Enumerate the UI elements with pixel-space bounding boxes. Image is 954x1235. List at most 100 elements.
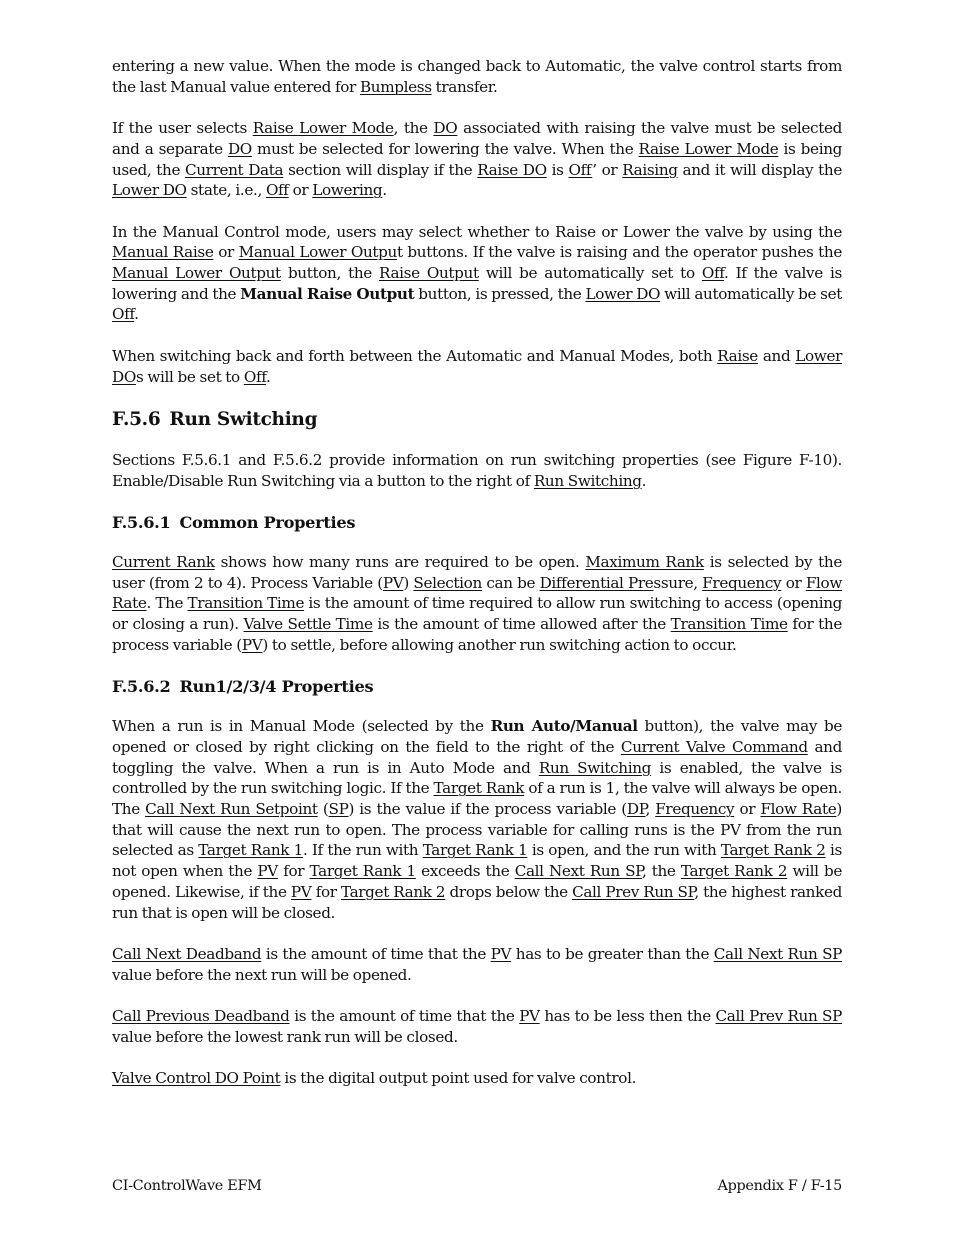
paragraph: Call Next Deadband is the amount of time… [112,944,842,985]
text-run: exceeds the [415,862,515,881]
underlined-term: Raising [622,160,678,179]
text-run: has to be less then the [539,1007,716,1025]
underlined-term: PV [382,573,404,592]
underlined-term: Call Next Run Setpoint [145,800,318,818]
text-run: can be [481,573,540,592]
underlined-term: Frequency [655,800,735,818]
underlined-term: Target Rank [433,779,525,798]
text-run: section will display if the [283,160,478,179]
underlined-term: PV [519,1007,540,1025]
text-run: will be automatically set to [478,264,702,282]
underlined-term: Raise Lower Mode [252,119,394,138]
text-run: button, the [280,264,380,282]
document-body: entering a new value. When the mode is c… [112,56,842,1109]
underlined-term: Target Rank 2 [340,882,446,901]
underlined-term: Transition Time [670,615,788,634]
text-run: ssure, [653,573,703,592]
text-run: When a run is in Manual Mode (selected b… [112,717,491,736]
paragraph: Valve Control DO Point is the digital ou… [112,1068,842,1089]
underlined-term: Off [568,160,593,179]
underlined-term: Lower DO [585,284,661,303]
text-run: . [134,305,139,324]
text-run: . [641,471,647,490]
text-run: , the [393,119,434,138]
underlined-term: PV [241,635,263,654]
heading-title: Common Properties [179,512,356,532]
underlined-term: Frequency [702,573,782,592]
page-footer: CI-ControlWave EFM Appendix F / F-15 [112,1178,842,1194]
text-run: ’ or [592,160,623,179]
underlined-term: SP [328,800,349,818]
text-run: . [265,367,271,386]
underlined-term: Target Rank 1 [198,841,303,860]
underlined-term: Call Next Run SP [713,944,843,963]
underlined-term: Off [243,367,266,386]
underlined-term: Target Rank 1 [309,862,417,881]
underlined-term: Off [265,181,289,200]
underlined-term: Valve Settle Time [243,615,373,634]
underlined-term: Current Valve Command [620,737,808,756]
text-run: will automatically be set [660,284,842,303]
underlined-term: Target Rank 1 [422,841,528,860]
footer-document-title: CI-ControlWave EFM [112,1178,262,1194]
underlined-term: DP [626,800,646,818]
text-run: ) to settle, before allowing another run… [262,635,737,654]
text-run: button, is pressed, the [414,284,586,303]
underlined-term: DO [433,119,458,138]
paragraph: Call Previous Deadband is the amount of … [112,1006,842,1047]
text-run: is [546,160,569,179]
underlined-term: PV [290,882,312,901]
text-run: , [645,800,656,818]
subsection-heading: F.5.6.1 Common Properties [112,512,842,534]
paragraph: When a run is in Manual Mode (selected b… [112,716,842,923]
text-run: . If the run with [302,841,423,860]
text-run: or [734,800,761,818]
underlined-term: Manual Lower Outpu [238,243,398,262]
paragraph: When switching back and forth between th… [112,346,842,387]
underlined-term: Call Next Deadband [112,944,262,963]
underlined-term: Run Switching [538,758,652,777]
underlined-term: Raise DO [477,160,547,179]
underlined-term: Lower DO [112,181,187,200]
underlined-term: Bumpless [359,77,432,96]
text-run: shows how many runs are required to be o… [214,552,586,571]
section-heading: F.5.6 Run Switching [112,408,842,432]
text-run: and it will display the [677,160,843,179]
underlined-term: Call Previous Deadband [112,1007,290,1025]
text-run: or [781,573,806,592]
text-run: s will be set to [135,367,244,386]
underlined-term: Manual Raise [112,243,214,262]
underlined-term: Off [112,305,135,324]
text-run: state, i.e., [186,181,266,200]
text-run: must be selected for lowering the valve.… [251,139,639,158]
text-run: ) is the value if the process variable ( [348,800,627,818]
paragraph: If the user selects Raise Lower Mode, th… [112,118,842,201]
bold-term: Run Auto/Manual [490,717,638,736]
underlined-term: Differential Pre [539,573,654,592]
underlined-term: DO [227,139,252,158]
underlined-term: PV [257,862,278,881]
underlined-term: Manual Lower Output [112,264,281,282]
underlined-term: PV [490,944,512,963]
text-run: . The [146,594,188,613]
underlined-term: Current Rank [112,552,215,571]
text-run: has to be greater than the [511,944,714,963]
text-run: value before the lowest rank run will be… [112,1027,458,1046]
paragraph: entering a new value. When the mode is c… [112,56,842,97]
text-run: , the [641,862,681,881]
paragraph: Current Rank shows how many runs are req… [112,552,842,656]
text-run: . [382,181,387,200]
text-run: or [288,181,313,200]
text-run: ) [403,573,414,592]
underlined-term: Raise [717,346,758,365]
paragraph: In the Manual Control mode, users may se… [112,222,842,326]
text-run: If the user selects [112,119,253,138]
text-run: transfer. [431,77,498,96]
text-run: is the amount of time allowed after the [372,615,671,634]
underlined-term: Valve Control DO Point [112,1069,281,1088]
heading-title: Run Switching [169,408,318,430]
subsection-heading: F.5.6.2 Run1/2/3/4 Properties [112,676,842,698]
text-run: In the Manual Control mode, users may se… [112,222,842,241]
text-run: drops below the [445,882,573,901]
underlined-term: Raise Lower Mode [638,139,779,158]
